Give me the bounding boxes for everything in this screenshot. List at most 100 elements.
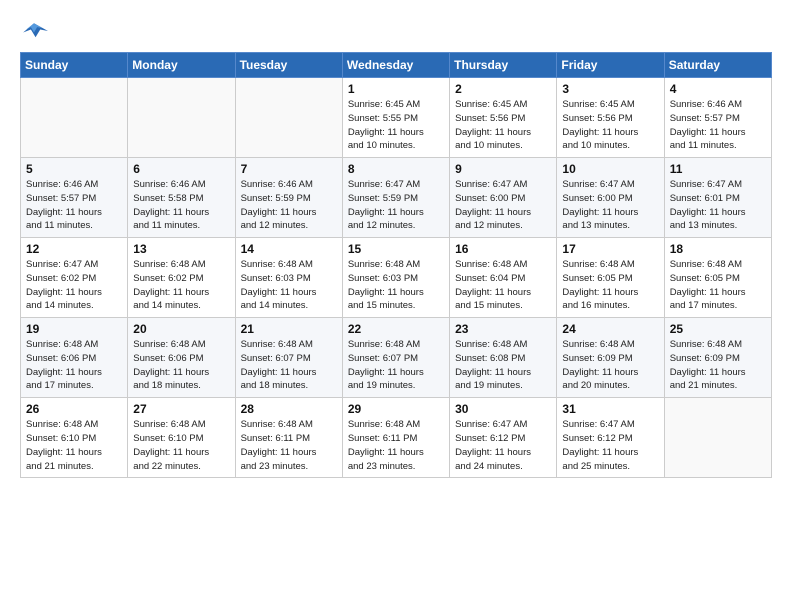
calendar-cell: 22 Sunrise: 6:48 AMSunset: 6:07 PMDayligh… bbox=[342, 318, 449, 398]
calendar-cell bbox=[128, 78, 235, 158]
day-info: Sunrise: 6:46 AMSunset: 5:57 PMDaylight:… bbox=[26, 178, 122, 233]
calendar-table: SundayMondayTuesdayWednesdayThursdayFrid… bbox=[20, 52, 772, 478]
day-info: Sunrise: 6:45 AMSunset: 5:55 PMDaylight:… bbox=[348, 98, 444, 153]
day-number: 28 bbox=[241, 402, 337, 416]
calendar-cell bbox=[235, 78, 342, 158]
week-row-1: 1 Sunrise: 6:45 AMSunset: 5:55 PMDaylight… bbox=[21, 78, 772, 158]
logo bbox=[20, 20, 52, 42]
day-info: Sunrise: 6:48 AMSunset: 6:05 PMDaylight:… bbox=[670, 258, 766, 313]
weekday-header-sunday: Sunday bbox=[21, 53, 128, 78]
day-info: Sunrise: 6:48 AMSunset: 6:04 PMDaylight:… bbox=[455, 258, 551, 313]
day-number: 23 bbox=[455, 322, 551, 336]
weekday-header-monday: Monday bbox=[128, 53, 235, 78]
day-number: 15 bbox=[348, 242, 444, 256]
week-row-4: 19Sunrise: 6:48 AMSunset: 6:06 PMDayligh… bbox=[21, 318, 772, 398]
calendar-cell bbox=[664, 398, 771, 478]
page: SundayMondayTuesdayWednesdayThursdayFrid… bbox=[0, 0, 792, 612]
week-row-5: 26 Sunrise: 6:48 AMSunset: 6:10 PMDayligh… bbox=[21, 398, 772, 478]
day-number: 9 bbox=[455, 162, 551, 176]
day-info: Sunrise: 6:47 AMSunset: 6:12 PMDaylight:… bbox=[562, 418, 658, 473]
day-info: Sunrise: 6:48 AMSunset: 6:07 PMDaylight:… bbox=[241, 338, 337, 393]
day-number: 4 bbox=[670, 82, 766, 96]
calendar-cell: 14Sunrise: 6:48 AMSunset: 6:03 PMDayligh… bbox=[235, 238, 342, 318]
calendar-cell: 16Sunrise: 6:48 AMSunset: 6:04 PMDayligh… bbox=[450, 238, 557, 318]
calendar-cell: 31 Sunrise: 6:47 AMSunset: 6:12 PMDayligh… bbox=[557, 398, 664, 478]
logo-icon bbox=[20, 20, 48, 42]
header bbox=[20, 16, 772, 42]
weekday-header-wednesday: Wednesday bbox=[342, 53, 449, 78]
day-number: 27 bbox=[133, 402, 229, 416]
calendar-cell: 10 Sunrise: 6:47 AMSunset: 6:00 PMDayligh… bbox=[557, 158, 664, 238]
calendar-cell: 24 Sunrise: 6:48 AMSunset: 6:09 PMDayligh… bbox=[557, 318, 664, 398]
day-info: Sunrise: 6:48 AMSunset: 6:03 PMDaylight:… bbox=[348, 258, 444, 313]
weekday-header-friday: Friday bbox=[557, 53, 664, 78]
calendar-cell: 3 Sunrise: 6:45 AMSunset: 5:56 PMDaylight… bbox=[557, 78, 664, 158]
day-info: Sunrise: 6:48 AMSunset: 6:11 PMDaylight:… bbox=[348, 418, 444, 473]
calendar-cell: 23 Sunrise: 6:48 AMSunset: 6:08 PMDayligh… bbox=[450, 318, 557, 398]
day-info: Sunrise: 6:48 AMSunset: 6:09 PMDaylight:… bbox=[562, 338, 658, 393]
day-info: Sunrise: 6:48 AMSunset: 6:10 PMDaylight:… bbox=[26, 418, 122, 473]
day-number: 31 bbox=[562, 402, 658, 416]
calendar-cell: 8 Sunrise: 6:47 AMSunset: 5:59 PMDaylight… bbox=[342, 158, 449, 238]
day-number: 3 bbox=[562, 82, 658, 96]
week-row-3: 12 Sunrise: 6:47 AMSunset: 6:02 PMDayligh… bbox=[21, 238, 772, 318]
day-number: 30 bbox=[455, 402, 551, 416]
day-info: Sunrise: 6:47 AMSunset: 6:01 PMDaylight:… bbox=[670, 178, 766, 233]
day-number: 18 bbox=[670, 242, 766, 256]
calendar-cell: 30 Sunrise: 6:47 AMSunset: 6:12 PMDayligh… bbox=[450, 398, 557, 478]
calendar-cell: 7Sunrise: 6:46 AMSunset: 5:59 PMDaylight… bbox=[235, 158, 342, 238]
calendar-cell: 27Sunrise: 6:48 AMSunset: 6:10 PMDayligh… bbox=[128, 398, 235, 478]
day-info: Sunrise: 6:47 AMSunset: 6:12 PMDaylight:… bbox=[455, 418, 551, 473]
day-number: 10 bbox=[562, 162, 658, 176]
calendar-cell bbox=[21, 78, 128, 158]
calendar-cell: 4 Sunrise: 6:46 AMSunset: 5:57 PMDaylight… bbox=[664, 78, 771, 158]
calendar-cell: 18 Sunrise: 6:48 AMSunset: 6:05 PMDayligh… bbox=[664, 238, 771, 318]
day-number: 12 bbox=[26, 242, 122, 256]
calendar-cell: 19Sunrise: 6:48 AMSunset: 6:06 PMDayligh… bbox=[21, 318, 128, 398]
day-number: 2 bbox=[455, 82, 551, 96]
day-info: Sunrise: 6:46 AMSunset: 5:58 PMDaylight:… bbox=[133, 178, 229, 233]
day-info: Sunrise: 6:48 AMSunset: 6:08 PMDaylight:… bbox=[455, 338, 551, 393]
day-number: 8 bbox=[348, 162, 444, 176]
weekday-header-thursday: Thursday bbox=[450, 53, 557, 78]
day-info: Sunrise: 6:46 AMSunset: 5:57 PMDaylight:… bbox=[670, 98, 766, 153]
calendar-cell: 1 Sunrise: 6:45 AMSunset: 5:55 PMDaylight… bbox=[342, 78, 449, 158]
week-row-2: 5Sunrise: 6:46 AMSunset: 5:57 PMDaylight… bbox=[21, 158, 772, 238]
day-number: 11 bbox=[670, 162, 766, 176]
day-info: Sunrise: 6:48 AMSunset: 6:03 PMDaylight:… bbox=[241, 258, 337, 313]
day-number: 29 bbox=[348, 402, 444, 416]
day-number: 19 bbox=[26, 322, 122, 336]
day-number: 25 bbox=[670, 322, 766, 336]
day-info: Sunrise: 6:47 AMSunset: 6:02 PMDaylight:… bbox=[26, 258, 122, 313]
calendar-cell: 12 Sunrise: 6:47 AMSunset: 6:02 PMDayligh… bbox=[21, 238, 128, 318]
day-number: 6 bbox=[133, 162, 229, 176]
day-number: 26 bbox=[26, 402, 122, 416]
day-info: Sunrise: 6:47 AMSunset: 5:59 PMDaylight:… bbox=[348, 178, 444, 233]
day-number: 13 bbox=[133, 242, 229, 256]
calendar-cell: 17Sunrise: 6:48 AMSunset: 6:05 PMDayligh… bbox=[557, 238, 664, 318]
calendar-cell: 15 Sunrise: 6:48 AMSunset: 6:03 PMDayligh… bbox=[342, 238, 449, 318]
weekday-header-saturday: Saturday bbox=[664, 53, 771, 78]
day-info: Sunrise: 6:45 AMSunset: 5:56 PMDaylight:… bbox=[562, 98, 658, 153]
day-info: Sunrise: 6:48 AMSunset: 6:02 PMDaylight:… bbox=[133, 258, 229, 313]
calendar-cell: 28 Sunrise: 6:48 AMSunset: 6:11 PMDayligh… bbox=[235, 398, 342, 478]
calendar-cell: 25 Sunrise: 6:48 AMSunset: 6:09 PMDayligh… bbox=[664, 318, 771, 398]
day-number: 17 bbox=[562, 242, 658, 256]
calendar-cell: 6 Sunrise: 6:46 AMSunset: 5:58 PMDaylight… bbox=[128, 158, 235, 238]
day-number: 21 bbox=[241, 322, 337, 336]
day-info: Sunrise: 6:48 AMSunset: 6:07 PMDaylight:… bbox=[348, 338, 444, 393]
day-number: 24 bbox=[562, 322, 658, 336]
day-info: Sunrise: 6:47 AMSunset: 6:00 PMDaylight:… bbox=[455, 178, 551, 233]
day-number: 1 bbox=[348, 82, 444, 96]
day-number: 22 bbox=[348, 322, 444, 336]
calendar-cell: 2Sunrise: 6:45 AMSunset: 5:56 PMDaylight… bbox=[450, 78, 557, 158]
calendar-cell: 5Sunrise: 6:46 AMSunset: 5:57 PMDaylight… bbox=[21, 158, 128, 238]
calendar-cell: 21 Sunrise: 6:48 AMSunset: 6:07 PMDayligh… bbox=[235, 318, 342, 398]
calendar-cell: 13 Sunrise: 6:48 AMSunset: 6:02 PMDayligh… bbox=[128, 238, 235, 318]
calendar-cell: 9 Sunrise: 6:47 AMSunset: 6:00 PMDaylight… bbox=[450, 158, 557, 238]
day-info: Sunrise: 6:48 AMSunset: 6:09 PMDaylight:… bbox=[670, 338, 766, 393]
day-info: Sunrise: 6:47 AMSunset: 6:00 PMDaylight:… bbox=[562, 178, 658, 233]
calendar-cell: 20Sunrise: 6:48 AMSunset: 6:06 PMDayligh… bbox=[128, 318, 235, 398]
day-info: Sunrise: 6:48 AMSunset: 6:11 PMDaylight:… bbox=[241, 418, 337, 473]
day-number: 7 bbox=[241, 162, 337, 176]
